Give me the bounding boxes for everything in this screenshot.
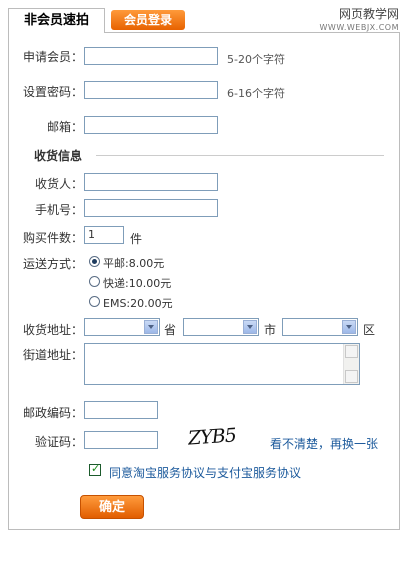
radio-express[interactable] — [89, 276, 100, 287]
province-select[interactable] — [84, 318, 160, 336]
zip-input[interactable] — [84, 401, 158, 419]
scroll-up-button[interactable] — [345, 345, 358, 358]
password-label: 设置密码： — [22, 85, 83, 99]
section-title-shipping: 收货信息 — [34, 149, 83, 163]
zip-label: 邮政编码： — [22, 406, 83, 420]
street-textarea[interactable] — [84, 343, 360, 385]
member-label: 申请会员： — [22, 50, 83, 64]
chevron-down-icon[interactable] — [243, 320, 257, 334]
quantity-input[interactable]: 1 — [84, 226, 124, 244]
phone-label: 手机号： — [34, 203, 83, 217]
email-label: 邮箱： — [46, 120, 83, 134]
quantity-label: 购买件数： — [22, 231, 83, 245]
email-input[interactable] — [84, 116, 218, 134]
member-input[interactable] — [84, 47, 218, 65]
captcha-refresh-link[interactable]: 看不清楚，再换一张 — [270, 435, 378, 452]
chevron-down-icon[interactable] — [144, 320, 158, 334]
captcha-image[interactable]: ZYB5 — [187, 424, 236, 449]
province-suffix: 省 — [164, 323, 177, 337]
captcha-input[interactable] — [84, 431, 158, 449]
agree-terms-link[interactable]: 同意淘宝服务协议与支付宝服务协议 — [109, 464, 301, 481]
receiver-input[interactable] — [84, 173, 218, 191]
section-divider — [96, 155, 384, 156]
chevron-down-icon[interactable] — [342, 320, 356, 334]
submit-button[interactable]: 确定 — [80, 495, 144, 519]
district-suffix: 区 — [363, 323, 376, 337]
quantity-unit: 件 — [130, 232, 143, 246]
member-hint: 5-20个字符 — [227, 53, 285, 66]
city-suffix: 市 — [264, 323, 277, 337]
district-select[interactable] — [282, 318, 358, 336]
receiver-label: 收货人： — [34, 177, 83, 191]
scroll-down-button[interactable] — [345, 370, 358, 383]
address-label: 收货地址： — [22, 323, 83, 337]
street-label: 街道地址： — [22, 348, 83, 362]
shipping-option-express-label: 快递:10.00元 — [103, 277, 172, 290]
scrollbar[interactable] — [343, 344, 359, 384]
password-hint: 6-16个字符 — [227, 87, 285, 100]
shipping-option-post-label: 平邮:8.00元 — [103, 257, 165, 270]
radio-post[interactable] — [89, 256, 100, 267]
shipping-label: 运送方式： — [22, 257, 83, 271]
shipping-option-ems-label: EMS:20.00元 — [103, 297, 173, 310]
radio-ems[interactable] — [89, 296, 100, 307]
captcha-label: 验证码： — [34, 435, 83, 449]
city-select[interactable] — [183, 318, 259, 336]
phone-input[interactable] — [84, 199, 218, 217]
password-input[interactable] — [84, 81, 218, 99]
agree-checkbox[interactable] — [89, 462, 101, 476]
form-content: 申请会员： 5-20个字符 设置密码： 6-16个字符 邮箱： 收货信息 收货人… — [0, 0, 405, 572]
